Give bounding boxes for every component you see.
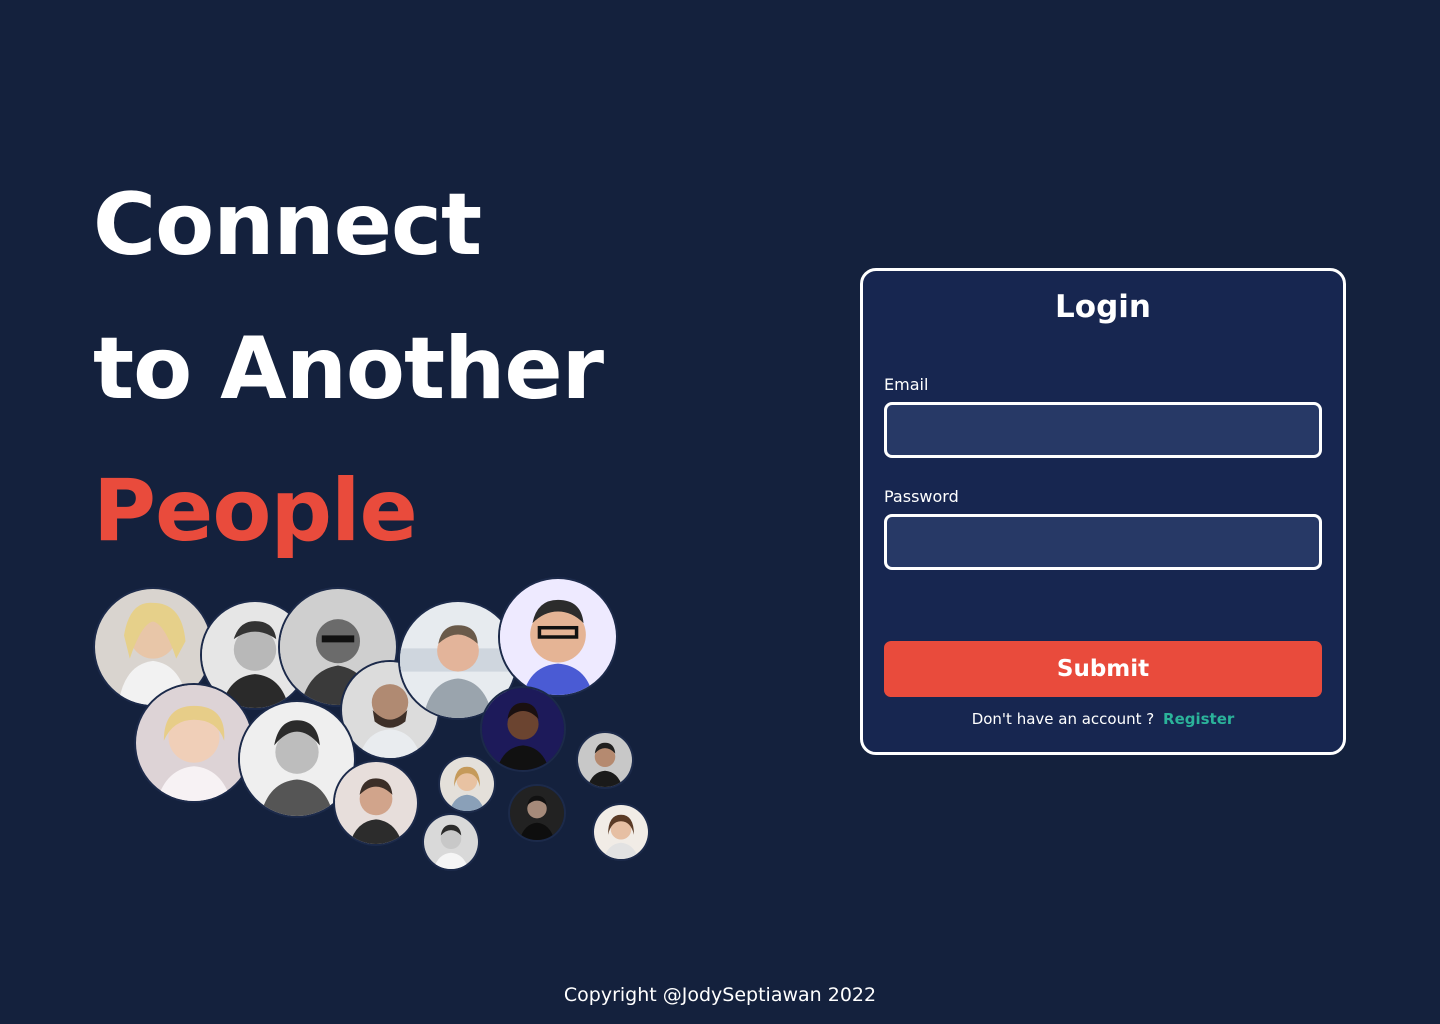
- avatar-photo: [438, 755, 496, 813]
- avatar-photo: [592, 803, 650, 861]
- login-card: Login Email Password Submit Don't have a…: [860, 268, 1346, 755]
- avatar-photo: [576, 731, 634, 789]
- password-field[interactable]: [884, 514, 1322, 570]
- avatar-photo: [398, 600, 518, 720]
- avatar-photo: [134, 683, 254, 803]
- avatar-photo: [340, 660, 440, 760]
- avatar-photo: [238, 700, 356, 818]
- avatar-photo: [333, 760, 419, 846]
- avatar-photo: [200, 600, 310, 710]
- avatar-photo: [93, 587, 213, 707]
- hero-heading-line-1: Connect: [93, 175, 482, 275]
- register-prompt-row: Don't have an account ? Register: [863, 710, 1343, 728]
- submit-button[interactable]: Submit: [884, 641, 1322, 697]
- email-label: Email: [884, 375, 929, 394]
- login-title: Login: [1055, 289, 1151, 325]
- hero-heading-accent: People: [93, 461, 418, 561]
- avatar-photo: [498, 577, 618, 697]
- footer-copyright: Copyright @JodySeptiawan 2022: [563, 984, 877, 1006]
- email-field[interactable]: [884, 402, 1322, 458]
- register-prompt-text: Don't have an account ?: [971, 710, 1155, 728]
- avatar-photo: [508, 784, 566, 842]
- avatar-photo: [422, 813, 480, 871]
- password-label: Password: [884, 487, 959, 506]
- register-link[interactable]: Register: [1163, 710, 1234, 728]
- avatar-photo: [278, 587, 398, 707]
- hero-heading-line-2: to Another: [93, 319, 604, 419]
- avatar-photo: [480, 686, 566, 772]
- avatar-collage: [0, 0, 700, 900]
- landing-page: Connect to Another People Login Email Pa…: [0, 0, 1440, 1024]
